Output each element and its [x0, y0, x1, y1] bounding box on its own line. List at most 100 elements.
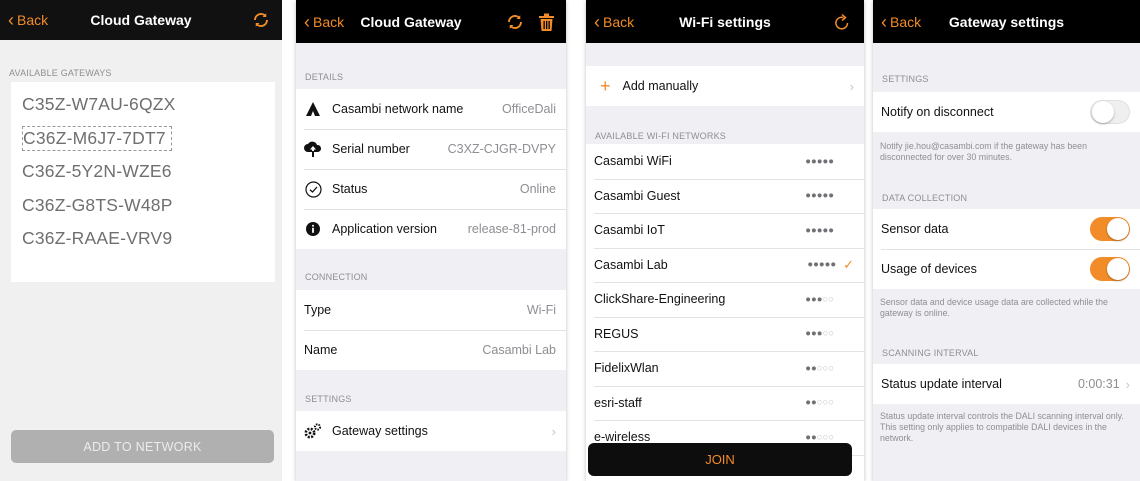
signal-strength-icon: ●●○○○	[805, 397, 834, 409]
connection-row-name[interactable]: Name Casambi Lab	[296, 330, 566, 370]
details-group: Casambi network name OfficeDali Serial n…	[296, 89, 566, 249]
back-label: Back	[17, 12, 49, 28]
wifi-network-row[interactable]: Casambi IoT ●●●●●	[586, 213, 864, 248]
connection-row-type: Type Wi-Fi	[296, 290, 566, 330]
wifi-network-name: Casambi IoT	[594, 223, 665, 238]
chevron-left-icon: ‹	[304, 11, 310, 32]
connection-value: Casambi Lab	[482, 343, 556, 357]
cloud-upload-icon	[304, 141, 322, 157]
gateway-item[interactable]: C35Z-W7AU-6QZX	[11, 88, 275, 122]
usage-of-devices-toggle[interactable]	[1090, 257, 1130, 281]
gateway-item-selected[interactable]: C36Z-M6J7-7DT7	[11, 122, 275, 156]
wifi-network-name: Casambi WiFi	[594, 154, 672, 169]
refresh-icon[interactable]	[834, 0, 850, 43]
detail-row-serial-number: Serial number C3XZ-CJGR-DVPY	[296, 129, 566, 169]
connection-group: Type Wi-Fi Name Casambi Lab	[296, 290, 566, 370]
detail-label: Casambi network name	[332, 102, 464, 116]
signal-strength-icon: ●●●●●	[805, 155, 834, 167]
wifi-settings-screen: ‹ Back Wi-Fi settings + Add manually › A…	[586, 0, 864, 481]
back-button[interactable]: ‹ Back	[594, 0, 634, 43]
detail-row-app-version: Application version release-81-prod	[296, 209, 566, 249]
gateway-item[interactable]: C36Z-G8TS-W48P	[11, 189, 275, 223]
chevron-left-icon: ‹	[8, 10, 14, 30]
wifi-network-name: FidelixWlan	[594, 361, 659, 376]
data-collection-footer: Sensor data and device usage data are co…	[880, 297, 1108, 318]
signal-strength-icon: ●●○○○	[805, 362, 834, 374]
join-button[interactable]: JOIN	[588, 443, 852, 476]
back-label: Back	[890, 13, 922, 30]
notify-label: Notify on disconnect	[881, 105, 994, 119]
detail-label: Application version	[332, 222, 437, 236]
scanning-interval-group: Status update interval 0:00:31 ›	[873, 364, 1140, 404]
gateway-item[interactable]: C36Z-RAAE-VRV9	[11, 222, 275, 256]
connection-label: Name	[304, 343, 338, 357]
wifi-network-row[interactable]: Casambi Guest ●●●●●	[586, 178, 864, 214]
chevron-left-icon: ‹	[881, 11, 887, 32]
wifi-network-name: Casambi Lab	[594, 257, 668, 272]
wifi-network-name: ClickShare-Engineering	[594, 292, 726, 307]
wifi-network-row[interactable]: FidelixWlan ●●○○○	[586, 351, 864, 386]
section-header-data-collection: DATA COLLECTION	[882, 193, 968, 203]
back-label: Back	[313, 13, 345, 30]
section-header-networks: AVAILABLE WI-FI NETWORKS	[595, 131, 726, 141]
wifi-network-row[interactable]: Casambi WiFi ●●●●●	[586, 144, 864, 179]
checkmark-icon: ✓	[843, 256, 854, 272]
signal-strength-icon: ●●●○○	[805, 328, 834, 340]
wifi-network-row[interactable]: esri-staff ●●○○○	[586, 385, 864, 421]
navigation-bar: ‹ Back Gateway settings	[873, 0, 1140, 43]
chevron-left-icon: ‹	[594, 11, 600, 32]
refresh-icon[interactable]	[252, 0, 270, 40]
detail-label: Serial number	[332, 142, 410, 156]
notify-group: Notify on disconnect	[873, 92, 1140, 132]
detail-row-status: Status Online	[296, 169, 566, 209]
add-manually-label: Add manually	[622, 79, 699, 93]
sensor-data-label: Sensor data	[881, 222, 949, 236]
wifi-network-name: Casambi Guest	[594, 188, 681, 203]
signal-strength-icon: ●●●○○	[805, 293, 834, 305]
chevron-right-icon: ›	[849, 78, 854, 94]
wifi-network-row[interactable]: Casambi Lab ●●●●● ✓	[586, 247, 864, 283]
gears-icon	[304, 423, 322, 439]
trash-icon[interactable]	[539, 0, 554, 43]
gateway-item[interactable]: C36Z-5Y2N-WZE6	[11, 155, 275, 189]
settings-group: Gateway settings ›	[296, 411, 566, 451]
back-button[interactable]: ‹ Back	[8, 0, 48, 40]
signal-strength-icon: ●●●●●	[805, 190, 834, 202]
detail-value: release-81-prod	[467, 222, 556, 236]
interval-value: 0:00:31	[1077, 377, 1120, 391]
status-update-interval-row[interactable]: Status update interval 0:00:31 ›	[873, 364, 1140, 404]
refresh-icon[interactable]	[506, 0, 524, 43]
add-to-network-button[interactable]: ADD TO NETWORK	[11, 430, 274, 463]
detail-value: OfficeDali	[502, 102, 556, 116]
connection-value: Wi-Fi	[526, 303, 556, 317]
back-button[interactable]: ‹ Back	[881, 0, 921, 43]
gateway-list: C35Z-W7AU-6QZX C36Z-M6J7-7DT7 C36Z-5Y2N-…	[11, 82, 275, 282]
check-circle-icon	[304, 180, 322, 198]
cloud-gateway-details-screen: ‹ Back Cloud Gateway DETAILS Casambi net…	[296, 0, 566, 481]
signal-strength-icon: ●●●●●	[807, 259, 837, 271]
detail-label: Status	[332, 182, 368, 196]
gateway-selection-screen: ‹ Back Cloud Gateway AVAILABLE GATEWAYS …	[0, 0, 282, 481]
notify-row: Notify on disconnect	[873, 92, 1140, 132]
back-button[interactable]: ‹ Back	[304, 0, 344, 43]
section-header-settings: SETTINGS	[305, 394, 352, 404]
gateway-settings-row[interactable]: Gateway settings ›	[296, 411, 566, 451]
data-collection-group: Sensor data Usage of devices	[873, 209, 1140, 289]
chevron-right-icon: ›	[1125, 376, 1130, 392]
info-icon	[304, 222, 322, 236]
wifi-network-row[interactable]: ClickShare-Engineering ●●●○○	[586, 282, 864, 317]
casambi-logo-icon	[304, 102, 322, 116]
scanning-interval-footer: Status update interval controls the DALI…	[880, 411, 1124, 443]
sensor-data-toggle[interactable]	[1090, 217, 1130, 241]
navigation-bar: ‹ Back Wi-Fi settings	[586, 0, 864, 43]
wifi-network-row[interactable]: REGUS ●●●○○	[586, 316, 864, 352]
settings-label: Gateway settings	[332, 424, 428, 438]
navigation-bar: ‹ Back Cloud Gateway	[296, 0, 566, 43]
add-manually-row[interactable]: + Add manually ›	[586, 66, 864, 106]
usage-of-devices-label: Usage of devices	[881, 262, 977, 276]
notify-footer: Notify jie.hou@casambi.com if the gatewa…	[880, 141, 1087, 162]
notify-toggle[interactable]	[1090, 100, 1130, 124]
chevron-right-icon: ›	[551, 423, 556, 439]
add-manually-group: + Add manually ›	[586, 66, 864, 106]
navigation-bar: ‹ Back Cloud Gateway	[0, 0, 282, 40]
